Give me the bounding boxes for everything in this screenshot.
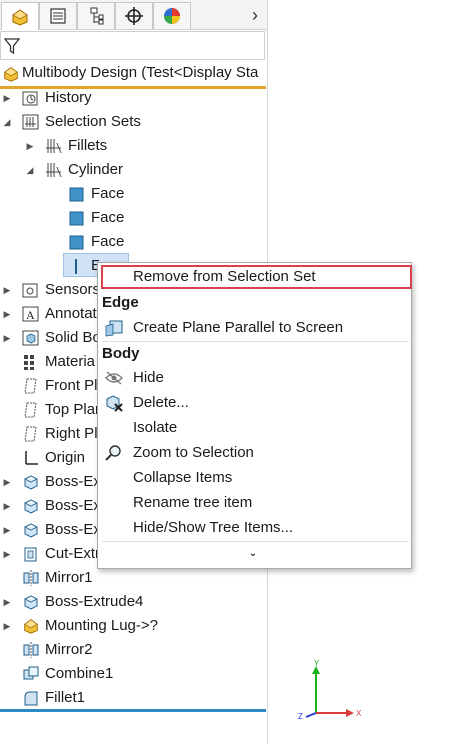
delete-body-icon xyxy=(106,395,123,412)
cut-extrude-icon xyxy=(24,547,37,562)
expand-menu-chevron-icon[interactable]: ⌄ xyxy=(238,545,268,563)
tree-item-selection-sets[interactable]: ◢ Selection Sets xyxy=(0,110,266,134)
selection-sets-icon xyxy=(22,114,39,130)
boss-extrude-icon xyxy=(24,523,38,538)
sensors-icon xyxy=(22,283,38,298)
tree-item-combine1[interactable]: Combine1 xyxy=(0,662,266,686)
triad-x-label: X xyxy=(356,709,362,718)
configuration-manager-icon xyxy=(90,7,104,25)
menu-header-edge: Edge xyxy=(102,294,139,311)
tree-item-face[interactable]: Face xyxy=(0,230,266,254)
plane-icon xyxy=(24,378,37,394)
triad-z-label: Z xyxy=(298,712,303,720)
tree-item-history[interactable]: ▶ History xyxy=(0,86,266,110)
collapse-arrow-icon[interactable]: ◢ xyxy=(25,158,35,182)
tree-item-mirror1[interactable]: Mirror1 xyxy=(0,566,266,590)
filter-icon xyxy=(4,38,20,55)
part-icon xyxy=(4,67,18,82)
boss-extrude-icon xyxy=(24,595,38,610)
manager-tab-bar: › xyxy=(0,0,267,30)
tree-filter-input[interactable] xyxy=(0,31,265,60)
reference-triad: Y X Z xyxy=(298,659,362,720)
menu-item-remove-from-selection-set[interactable]: Remove from Selection Set xyxy=(101,265,412,289)
menu-item-collapse-items[interactable]: Collapse Items xyxy=(98,466,411,490)
expand-arrow-icon[interactable]: ▶ xyxy=(25,134,35,158)
plane-icon xyxy=(24,426,37,442)
tree-item-cylinder[interactable]: ◢ Cylinder xyxy=(0,158,266,182)
tree-item-mounting-lug[interactable]: ▶ Mounting Lug->? xyxy=(0,614,266,638)
annotations-icon: A xyxy=(22,306,39,322)
crosshair-icon xyxy=(125,7,143,25)
feature-manager-tab[interactable] xyxy=(1,2,39,30)
expand-arrow-icon[interactable]: ▶ xyxy=(2,590,12,614)
expand-arrow-icon[interactable]: ▶ xyxy=(2,518,12,542)
tab-scroll-arrow[interactable]: › xyxy=(246,4,264,26)
boss-extrude-icon xyxy=(24,499,38,514)
property-manager-tab[interactable] xyxy=(39,2,77,29)
tree-item-face[interactable]: Face xyxy=(0,182,266,206)
hide-eye-icon xyxy=(105,371,123,385)
root-part-node[interactable]: Multibody Design (Test<Display Sta xyxy=(0,61,266,87)
menu-item-zoom-to-selection[interactable]: Zoom to Selection xyxy=(98,441,411,465)
expand-arrow-icon[interactable]: ▶ xyxy=(2,86,12,110)
menu-item-rename-tree-item[interactable]: Rename tree item xyxy=(98,491,411,515)
tree-item-face[interactable]: Face xyxy=(0,206,266,230)
menu-header-body: Body xyxy=(102,345,140,362)
combine-icon xyxy=(23,666,39,680)
face-icon xyxy=(69,211,84,226)
menu-item-delete[interactable]: Delete... xyxy=(98,391,411,415)
tree-item-fillets[interactable]: ▶ Fillets xyxy=(0,134,266,158)
expand-arrow-icon[interactable]: ▶ xyxy=(2,542,12,566)
edge-icon xyxy=(75,259,77,274)
mirror-icon xyxy=(23,570,39,586)
expand-arrow-icon[interactable]: ▶ xyxy=(2,302,12,326)
tree-item-fillet1[interactable]: Fillet1 xyxy=(0,686,266,710)
collapse-arrow-icon[interactable]: ◢ xyxy=(2,110,12,134)
menu-separator xyxy=(102,341,409,342)
face-icon xyxy=(69,187,84,202)
menu-item-isolate[interactable]: Isolate xyxy=(98,416,411,440)
menu-item-hide-show-tree-items[interactable]: Hide/Show Tree Items... xyxy=(98,516,411,540)
expand-arrow-icon[interactable]: ▶ xyxy=(2,278,12,302)
configuration-manager-tab[interactable] xyxy=(77,2,115,29)
property-manager-icon xyxy=(50,8,66,24)
menu-item-hide[interactable]: Hide xyxy=(98,366,411,390)
expand-arrow-icon[interactable]: ▶ xyxy=(2,326,12,350)
boss-extrude-icon xyxy=(24,475,38,490)
history-icon xyxy=(22,91,38,106)
dimxpert-tab[interactable] xyxy=(115,2,153,29)
feature-manager-icon xyxy=(12,8,28,26)
plane-icon xyxy=(24,402,37,418)
display-manager-tab[interactable] xyxy=(153,2,191,29)
root-part-label: Multibody Design (Test<Display Sta xyxy=(22,64,259,81)
context-menu: Remove from Selection Set Edge Create Pl… xyxy=(97,262,412,569)
face-icon xyxy=(69,235,84,250)
origin-icon xyxy=(25,451,38,465)
solid-bodies-icon xyxy=(22,330,39,346)
tree-item-boss-extrude4[interactable]: ▶ Boss-Extrude4 xyxy=(0,590,266,614)
plane-parallel-icon xyxy=(105,320,123,337)
expand-arrow-icon[interactable]: ▶ xyxy=(2,614,12,638)
tree-item-mirror2[interactable]: Mirror2 xyxy=(0,638,266,662)
selection-set-icon xyxy=(46,163,62,178)
fillet-icon xyxy=(24,691,38,706)
selection-set-icon xyxy=(46,139,62,154)
rollback-bar[interactable] xyxy=(0,709,266,712)
expand-arrow-icon[interactable]: ▶ xyxy=(2,470,12,494)
display-manager-icon xyxy=(164,8,180,24)
material-icon xyxy=(24,355,34,370)
part-icon xyxy=(24,619,38,634)
triad-y-label: Y xyxy=(314,659,320,668)
mirror-icon xyxy=(23,642,39,658)
menu-item-create-plane-parallel[interactable]: Create Plane Parallel to Screen xyxy=(98,316,411,340)
expand-arrow-icon[interactable]: ▶ xyxy=(2,494,12,518)
menu-separator xyxy=(102,541,409,542)
zoom-icon xyxy=(105,445,121,461)
svg-text:A: A xyxy=(26,308,35,322)
